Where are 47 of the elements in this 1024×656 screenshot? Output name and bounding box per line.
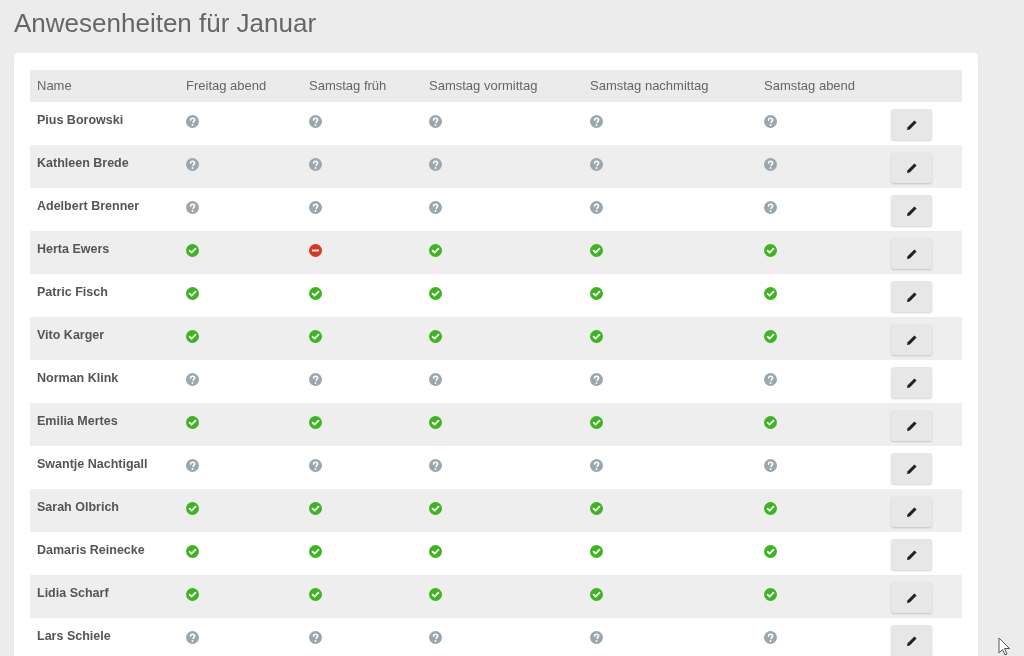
person-name: Lidia Scharf xyxy=(37,586,109,600)
person-name: Norman Klink xyxy=(37,371,119,385)
person-name: Pius Borowski xyxy=(37,113,124,127)
edit-button[interactable] xyxy=(891,367,932,398)
pencil-icon xyxy=(905,548,918,561)
person-name: Damaris Reinecke xyxy=(37,543,145,557)
pencil-icon xyxy=(905,333,918,346)
pencil-icon xyxy=(905,591,918,604)
pencil-icon xyxy=(905,462,918,475)
pencil-icon xyxy=(905,376,918,389)
edit-button[interactable] xyxy=(891,109,932,140)
pencil-icon xyxy=(905,290,918,303)
column-header: Freitag abend xyxy=(186,78,267,94)
edit-button[interactable] xyxy=(891,410,932,441)
person-name: Kathleen Brede xyxy=(37,156,129,170)
edit-button[interactable] xyxy=(891,152,932,183)
person-name: Emilia Mertes xyxy=(37,414,118,428)
pencil-icon xyxy=(905,419,918,432)
pencil-icon xyxy=(905,161,918,174)
edit-button[interactable] xyxy=(891,496,932,527)
mouse-cursor-icon xyxy=(998,637,1011,656)
pencil-icon xyxy=(905,247,918,260)
pencil-icon xyxy=(905,204,918,217)
column-header: Samstag abend xyxy=(764,78,856,94)
edit-button[interactable] xyxy=(891,238,932,269)
column-header: Samstag früh xyxy=(309,78,387,94)
column-header: Samstag nachmittag xyxy=(590,78,709,94)
edit-button[interactable] xyxy=(891,281,932,312)
pencil-icon xyxy=(905,634,918,647)
person-name: Herta Ewers xyxy=(37,242,110,256)
column-header: Samstag vormittag xyxy=(429,78,538,94)
column-header: Name xyxy=(37,78,72,94)
person-name: Vito Karger xyxy=(37,328,105,342)
edit-button[interactable] xyxy=(891,582,932,613)
pencil-icon xyxy=(905,118,918,131)
edit-button[interactable] xyxy=(891,625,932,656)
person-name: Swantje Nachtigall xyxy=(37,457,148,471)
person-name: Patric Fisch xyxy=(37,285,108,299)
edit-button[interactable] xyxy=(891,453,932,484)
person-name: Adelbert Brenner xyxy=(37,199,140,213)
page-title: Anwesenheiten für Januar xyxy=(13,7,318,39)
pencil-icon xyxy=(905,505,918,518)
person-name: Lars Schiele xyxy=(37,629,111,643)
edit-button[interactable] xyxy=(891,539,932,570)
person-name: Sarah Olbrich xyxy=(37,500,119,514)
edit-button[interactable] xyxy=(891,195,932,226)
edit-button[interactable] xyxy=(891,324,932,355)
